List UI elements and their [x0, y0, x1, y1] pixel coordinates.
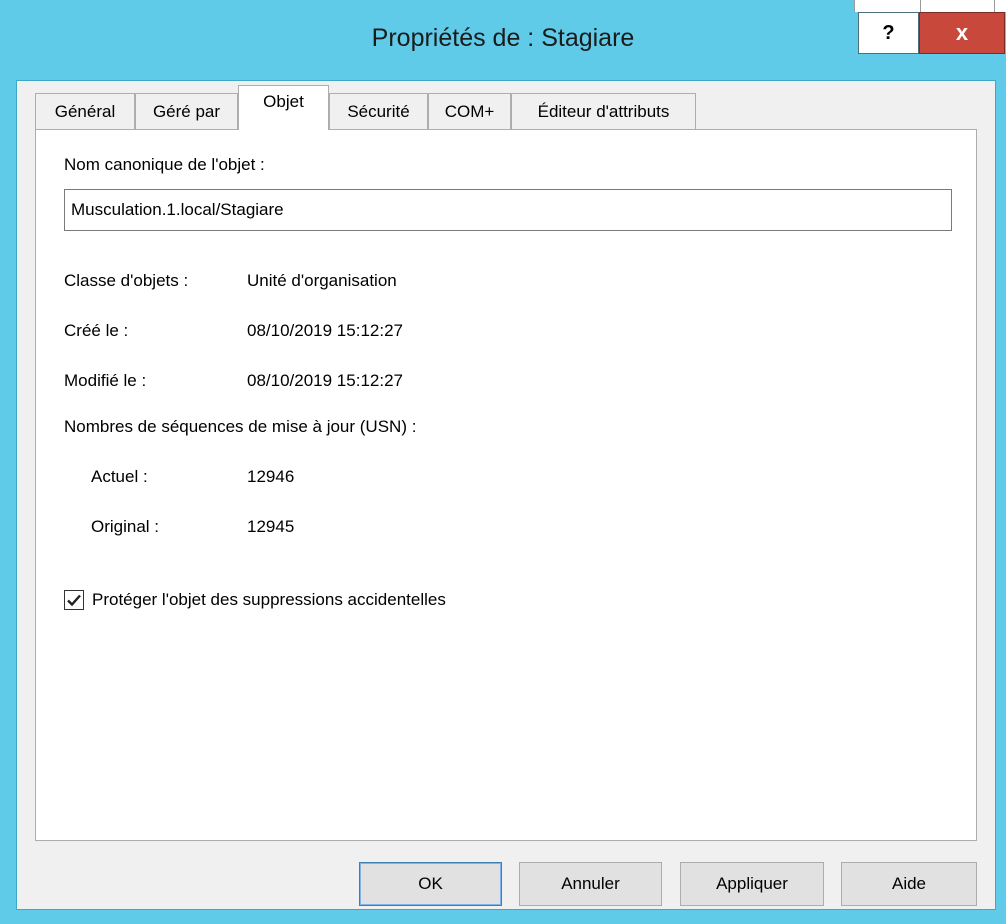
usn-current-label: Actuel : — [91, 467, 148, 486]
created-value: 08/10/2019 15:12:27 — [247, 321, 403, 340]
help-button[interactable]: Aide — [841, 862, 977, 906]
window-title: Propriétés de : Stagiare — [371, 24, 635, 52]
help-icon[interactable]: ? — [858, 12, 919, 54]
canonical-name-label: Nom canonique de l'objet : — [64, 155, 265, 174]
ok-button[interactable]: OK — [359, 862, 502, 906]
apply-button[interactable]: Appliquer — [680, 862, 824, 906]
modified-label: Modifié le : — [64, 371, 147, 390]
usn-original-label: Original : — [91, 517, 160, 536]
modified-value: 08/10/2019 15:12:27 — [247, 371, 403, 390]
tab-bar: Général Géré par Objet Sécurité COM+ Édi… — [17, 81, 995, 130]
tab-attribute-editor[interactable]: Éditeur d'attributs — [511, 93, 696, 129]
tab-managed-by[interactable]: Géré par — [135, 93, 238, 129]
tab-com-plus[interactable]: COM+ — [428, 93, 511, 129]
dialog-client: Général Géré par Objet Sécurité COM+ Édi… — [16, 80, 996, 910]
object-class-label: Classe d'objets : — [64, 271, 189, 290]
title-bar[interactable]: Propriétés de : Stagiare ? x — [0, 0, 1006, 80]
usn-original-value: 12945 — [247, 517, 295, 536]
cancel-button[interactable]: Annuler — [519, 862, 662, 906]
object-tab-panel: Nom canonique de l'objet : Musculation.1… — [35, 129, 977, 841]
background-window-strip — [854, 0, 1006, 12]
canonical-name-field[interactable]: Musculation.1.local/Stagiare — [64, 189, 952, 231]
usn-current-value: 12946 — [247, 467, 295, 486]
created-label: Créé le : — [64, 321, 129, 340]
close-icon[interactable]: x — [919, 12, 1005, 54]
tab-security[interactable]: Sécurité — [329, 93, 428, 129]
usn-heading: Nombres de séquences de mise à jour (USN… — [64, 417, 417, 436]
properties-window: Propriétés de : Stagiare ? x Général Gér… — [0, 0, 1006, 924]
tab-object[interactable]: Objet — [238, 85, 329, 130]
protect-checkbox[interactable] — [64, 590, 84, 610]
object-class-value: Unité d'organisation — [247, 271, 397, 290]
checkmark-icon — [67, 594, 81, 607]
tab-general[interactable]: Général — [35, 93, 135, 129]
protect-label[interactable]: Protéger l'objet des suppressions accide… — [92, 590, 446, 610]
